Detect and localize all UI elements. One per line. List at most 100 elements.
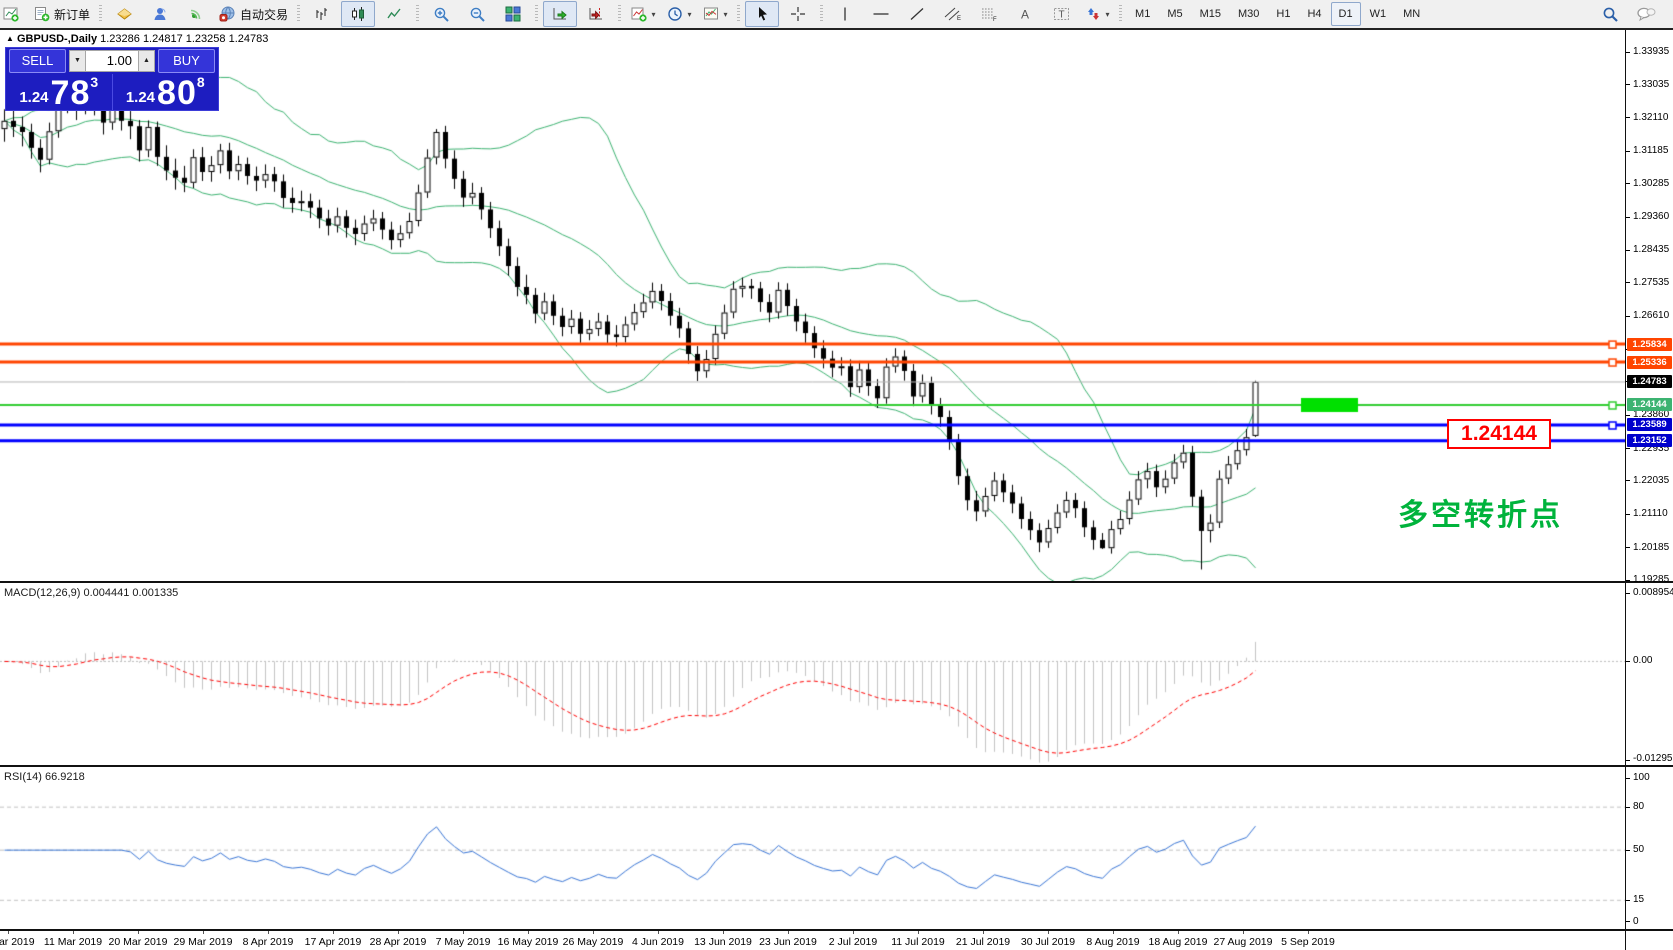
trendline-button[interactable] [900,1,934,27]
chart-shift-button[interactable] [579,1,613,27]
pane-divider[interactable] [0,765,1673,767]
chat-button[interactable] [1629,1,1663,27]
date-tick [1178,931,1179,934]
zoom-out-button[interactable] [460,1,494,27]
sell-price-sup: 3 [90,76,98,88]
sell-button[interactable]: SELL [9,49,66,73]
macd-axis[interactable]: 0.0089540.00-0.012957 [1625,583,1673,765]
price-axis[interactable]: 1.339351.330351.321101.311851.302851.293… [1625,30,1673,581]
chart-menu-icon[interactable] [0,1,28,27]
tile-windows-icon [505,6,521,22]
tab-timeframe-m5[interactable]: M5 [1159,2,1190,26]
date-tick-label: 30 Jul 2019 [1021,936,1075,948]
tab-timeframe-mn[interactable]: MN [1395,2,1428,26]
indicators-button[interactable]: ▾ [626,1,660,27]
macd-pane-canvas[interactable] [0,583,1625,765]
channel-icon: E [944,6,962,22]
tab-timeframe-h1[interactable]: H1 [1268,2,1298,26]
tab-timeframe-m15[interactable]: M15 [1192,2,1229,26]
candlestick-chart-button[interactable] [341,1,375,27]
text-button[interactable]: A [1008,1,1042,27]
volume-increase-button[interactable]: ▲ [138,50,155,72]
annotation-text[interactable]: 多空转折点 [1398,490,1563,534]
pane-divider[interactable] [0,581,1673,583]
templates-button[interactable]: ▾ [698,1,732,27]
axis-tick [1626,316,1630,317]
toolbar-grip [535,5,538,23]
date-tick [138,931,139,934]
axis-tick [1626,547,1630,548]
community-button[interactable] [143,1,177,27]
chevron-down-icon: ▾ [652,10,656,19]
text-label-button[interactable]: T [1044,1,1078,27]
line-chart-button[interactable] [377,1,411,27]
rsi-tick-label: 100 [1633,772,1650,783]
price-line-tag: 1.25834 [1627,338,1672,351]
zoom-out-icon [469,6,486,23]
horizontal-line-button[interactable] [864,1,898,27]
search-button[interactable] [1593,1,1627,27]
price-line-tag: 1.25336 [1627,356,1672,369]
volume-decrease-button[interactable]: ▼ [69,50,86,72]
tile-windows-button[interactable] [496,1,530,27]
date-tick [723,931,724,934]
toolbar-grip [99,5,102,23]
metaeditor-button[interactable] [107,1,141,27]
cursor-icon [755,6,770,22]
bar-chart-button[interactable] [305,1,339,27]
axis-tick [1626,480,1630,481]
collapse-icon[interactable]: ▲ [6,34,14,43]
price-level-callout[interactable]: 1.24144 [1447,419,1551,449]
signals-button[interactable] [179,1,213,27]
crosshair-button[interactable] [781,1,815,27]
date-tick [528,931,529,934]
date-tick [398,931,399,934]
chart-title: ▲ GBPUSD-,Daily 1.23286 1.24817 1.23258 … [6,33,268,45]
axis-tick [1626,183,1630,184]
date-axis[interactable]: 1 Mar 201911 Mar 201920 Mar 201929 Mar 2… [0,931,1625,950]
date-tick-label: 17 Apr 2019 [305,936,362,948]
sell-price[interactable]: 1.24 78 3 [6,74,113,110]
mini-chart-icon [3,6,19,22]
axis-tick [1626,151,1630,152]
price-line-tag: 1.24783 [1627,375,1672,388]
date-tick-label: 5 Sep 2019 [1281,936,1335,948]
main-chart-canvas[interactable] [0,30,1625,581]
macd-tick-label: -0.012957 [1633,753,1673,764]
buy-button[interactable]: BUY [158,49,215,73]
zoom-in-button[interactable] [424,1,458,27]
periods-button[interactable]: ▾ [662,1,696,27]
price-tick-label: 1.21110 [1633,508,1668,519]
tab-timeframe-m1[interactable]: M1 [1127,2,1158,26]
macd-tick-label: 0.008954 [1633,587,1673,598]
date-tick-label: 16 May 2019 [498,936,559,948]
tab-timeframe-h4[interactable]: H4 [1299,2,1329,26]
date-tick-label: 21 Jul 2019 [956,936,1010,948]
toolbar-grip [618,5,621,23]
date-tick-label: 28 Apr 2019 [370,936,427,948]
chevron-down-icon: ▾ [724,10,728,19]
vertical-line-button[interactable] [828,1,862,27]
tab-timeframe-m30[interactable]: M30 [1230,2,1267,26]
autotrade-button[interactable]: 自动交易 [215,1,292,27]
rsi-axis[interactable]: 1008050150 [1625,767,1673,929]
equidistant-channel-button[interactable]: E [936,1,970,27]
date-tick [1243,931,1244,934]
rsi-tick-label: 15 [1633,894,1644,905]
svg-text:E: E [957,16,961,22]
rsi-tick-label: 80 [1633,801,1644,812]
buy-price[interactable]: 1.24 80 8 [113,74,219,110]
tab-timeframe-d1[interactable]: D1 [1331,2,1361,26]
new-order-button[interactable]: 新订单 [30,1,94,27]
svg-text:A: A [1021,8,1029,22]
auto-scroll-button[interactable] [543,1,577,27]
new-order-label: 新订单 [54,6,90,23]
chart-window: 1.339351.330351.321101.311851.302851.293… [0,28,1673,950]
arrows-button[interactable]: ▾ [1080,1,1114,27]
volume-input[interactable]: 1.00 [86,50,138,72]
buy-price-big: 80 [157,78,197,108]
fibonacci-button[interactable]: F [972,1,1006,27]
rsi-pane-canvas[interactable] [0,767,1625,929]
cursor-button[interactable] [745,1,779,27]
tab-timeframe-w1[interactable]: W1 [1362,2,1395,26]
